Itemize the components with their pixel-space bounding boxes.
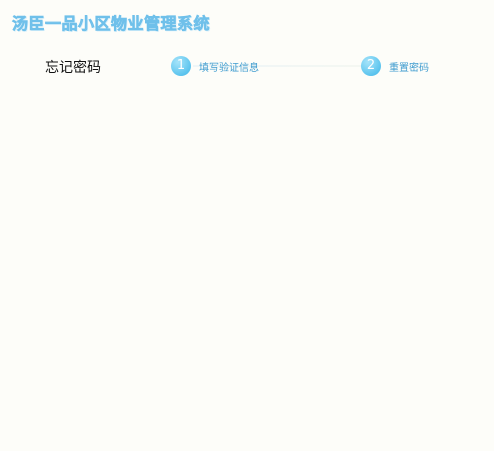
step-number-badge: 2	[361, 56, 381, 76]
step-label: 重置密码	[389, 62, 429, 74]
header: 汤臣一品小区物业管理系统	[0, 0, 494, 45]
step-reset-password: 2 重置密码	[361, 55, 429, 77]
page-title: 忘记密码	[45, 60, 101, 76]
app-title: 汤臣一品小区物业管理系统	[12, 14, 211, 34]
step-label: 填写验证信息	[199, 62, 259, 74]
progress-steps: 1 填写验证信息 2 重置密码	[171, 55, 471, 77]
step-verify-info: 1 填写验证信息	[171, 55, 259, 77]
step-number-badge: 1	[171, 56, 191, 76]
